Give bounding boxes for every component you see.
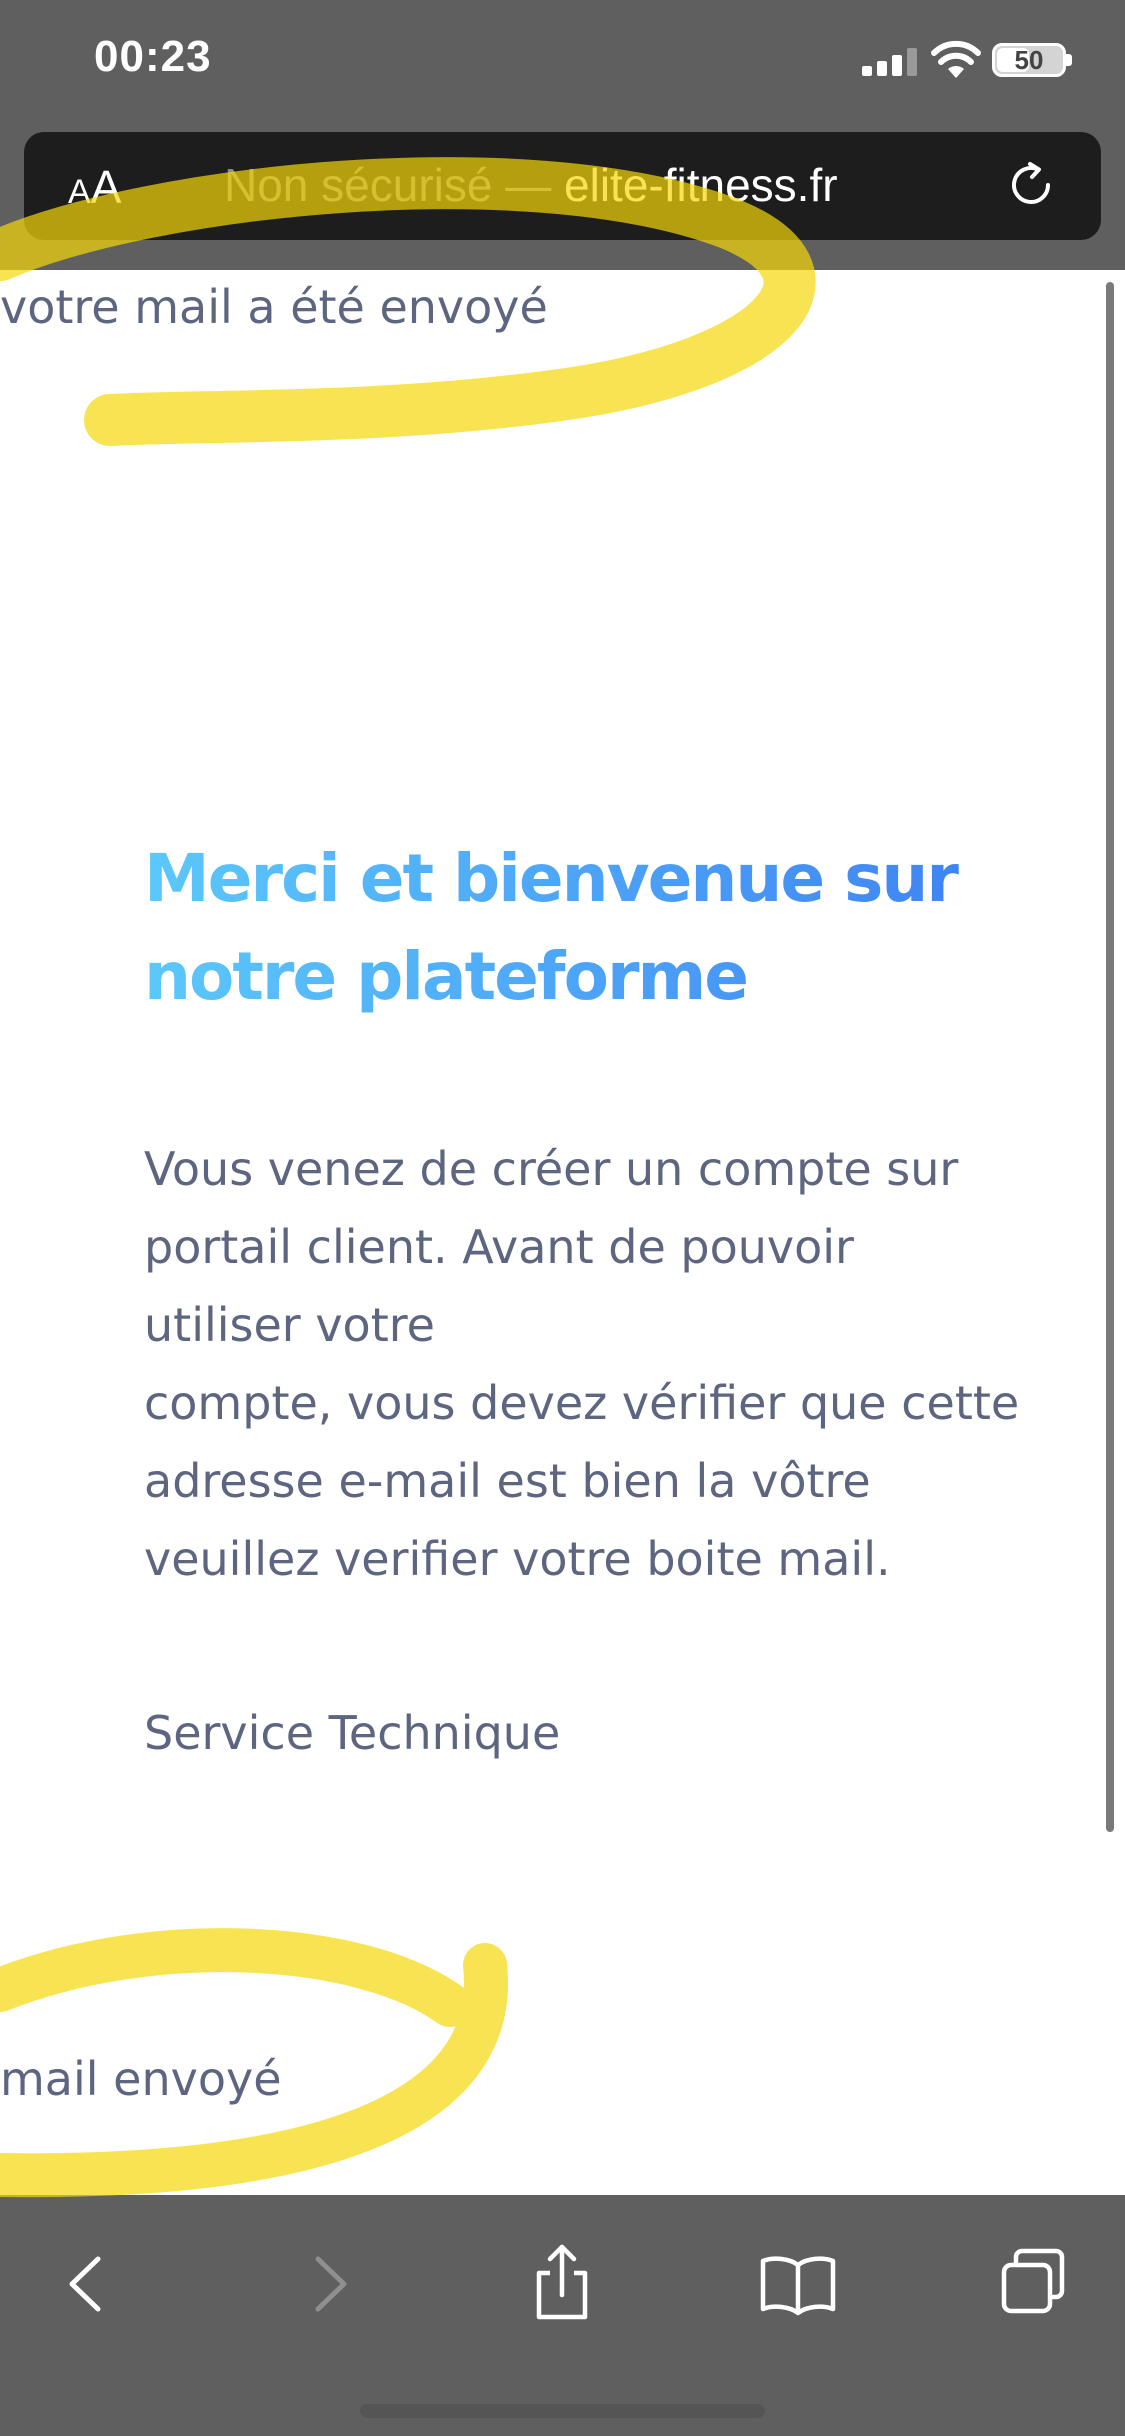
- share-icon: [536, 2244, 588, 2320]
- forward-icon: [315, 2256, 347, 2312]
- url-security-label: Non sécurisé —: [224, 159, 565, 211]
- battery-icon: 50: [992, 43, 1066, 77]
- status-time: 00:23: [94, 32, 212, 81]
- address-bar[interactable]: AA Non sécurisé — elite-fitness.fr: [24, 132, 1101, 240]
- tabs-icon: [1001, 2248, 1065, 2314]
- heading-line: Merci et bienvenue sur: [144, 840, 957, 917]
- url-field[interactable]: Non sécurisé — elite-fitness.fr: [224, 158, 838, 212]
- browser-toolbar: [0, 2195, 1125, 2436]
- tabs-button[interactable]: [990, 2239, 1080, 2329]
- reload-icon[interactable]: [1004, 158, 1058, 212]
- home-indicator: [360, 2404, 765, 2418]
- body-paragraph: Vous venez de créer un compte sur portai…: [144, 1130, 1104, 1598]
- back-button[interactable]: [42, 2239, 132, 2329]
- text-size-small-a: A: [68, 173, 91, 211]
- web-page: votre mail a été envoyé Merci et bienven…: [0, 270, 1125, 2195]
- signal-icon: [862, 48, 917, 76]
- status-bar: 00:23 50 AA Non sécurisé — elite-fitness…: [0, 0, 1125, 270]
- text-size-big-a: A: [90, 161, 122, 213]
- welcome-heading: Merci et bienvenue sur notre plateforme: [144, 830, 1044, 1026]
- body-line: compte, vous devez vérifier que cette: [144, 1376, 1020, 1430]
- url-domain: elite-fitness.fr: [564, 159, 838, 211]
- bookmarks-button[interactable]: [753, 2239, 843, 2329]
- signature: Service Technique: [144, 1706, 561, 1760]
- wifi-icon: [931, 40, 981, 78]
- body-line: veuillez verifier votre boite mail.: [144, 1532, 891, 1586]
- heading-line: notre plateforme: [144, 938, 748, 1015]
- battery-nub: [1066, 54, 1072, 66]
- body-line: adresse e-mail est bien la vôtre: [144, 1454, 871, 1508]
- body-line: utiliser votre: [144, 1298, 435, 1352]
- text-size-button[interactable]: AA: [68, 160, 121, 214]
- scrollbar[interactable]: [1106, 282, 1114, 1832]
- share-button[interactable]: [517, 2239, 607, 2329]
- battery-level: 50: [1014, 45, 1044, 75]
- sent-notice-bottom: mail envoyé: [0, 2052, 282, 2106]
- forward-button[interactable]: [284, 2239, 374, 2329]
- back-icon: [69, 2256, 101, 2312]
- body-line: portail client. Avant de pouvoir: [144, 1220, 854, 1274]
- body-line: Vous venez de créer un compte sur: [144, 1142, 959, 1196]
- sent-notice-top: votre mail a été envoyé: [0, 280, 548, 334]
- bookmarks-icon: [760, 2256, 836, 2316]
